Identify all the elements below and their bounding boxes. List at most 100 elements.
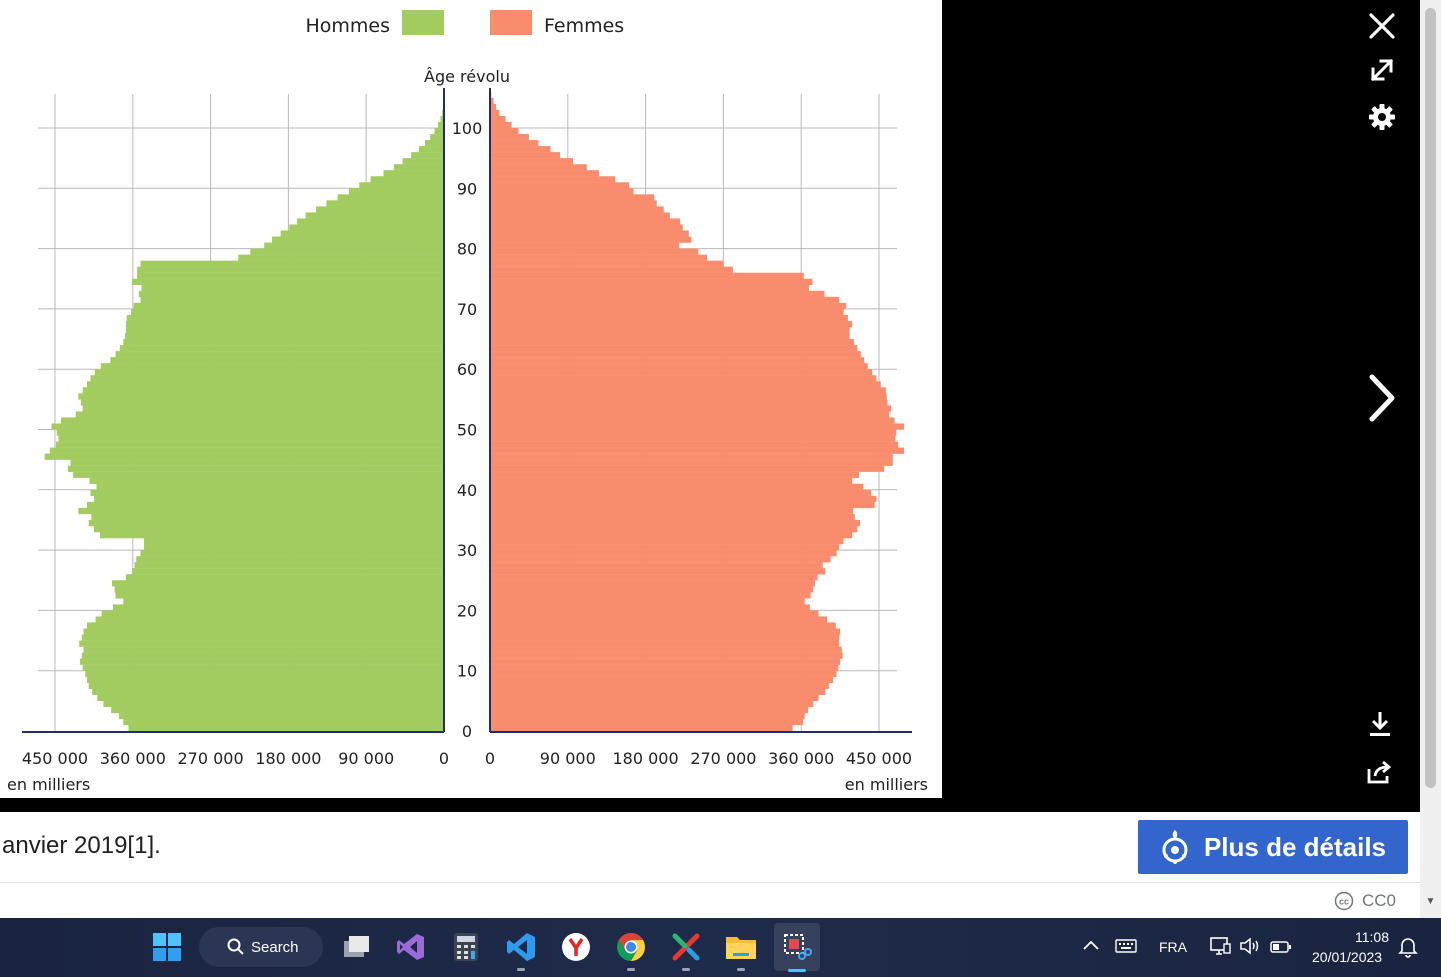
bar-hommes bbox=[55, 441, 445, 448]
scrollbar-thumb[interactable] bbox=[1425, 8, 1436, 788]
bar-hommes bbox=[92, 688, 444, 696]
bar-femmes bbox=[490, 411, 890, 418]
scroll-down-arrow-icon[interactable]: ▼ bbox=[1425, 896, 1436, 910]
bar-hommes bbox=[133, 302, 445, 310]
bar-hommes bbox=[136, 556, 444, 563]
snipping-tool-icon[interactable] bbox=[774, 923, 820, 972]
bar-femmes bbox=[490, 140, 539, 147]
bar-femmes bbox=[490, 357, 865, 364]
gear-icon[interactable] bbox=[1362, 97, 1402, 137]
file-explorer-icon[interactable] bbox=[721, 927, 761, 971]
bar-hommes bbox=[112, 604, 444, 611]
battery-icon[interactable] bbox=[1270, 940, 1292, 956]
x-tick-label-right: 180 000 bbox=[613, 749, 679, 768]
close-icon[interactable] bbox=[1362, 6, 1402, 46]
bar-hommes bbox=[81, 652, 444, 659]
bar-hommes bbox=[402, 158, 444, 165]
vscode-icon[interactable] bbox=[501, 927, 541, 971]
expand-icon[interactable] bbox=[1362, 50, 1402, 90]
search-icon bbox=[227, 938, 244, 955]
volume-icon[interactable] bbox=[1239, 937, 1261, 958]
bar-hommes bbox=[100, 363, 444, 370]
license-link[interactable]: cc CC0 bbox=[1334, 891, 1396, 911]
bar-femmes bbox=[490, 694, 819, 702]
bar-hommes bbox=[125, 320, 444, 328]
bar-femmes bbox=[490, 598, 805, 605]
bar-femmes bbox=[490, 345, 858, 352]
bar-femmes bbox=[490, 182, 630, 189]
bar-femmes bbox=[490, 284, 809, 292]
bar-femmes bbox=[490, 248, 699, 255]
bar-femmes bbox=[490, 562, 823, 569]
bar-femmes bbox=[490, 712, 805, 720]
taskbar-search[interactable]: Search bbox=[199, 927, 323, 967]
bar-femmes bbox=[490, 501, 875, 509]
bar-hommes bbox=[131, 568, 445, 575]
bar-hommes bbox=[280, 230, 444, 237]
bar-hommes bbox=[81, 634, 444, 641]
bar-femmes bbox=[490, 121, 512, 129]
input-language[interactable]: FRA bbox=[1159, 939, 1187, 955]
chrome-icon[interactable] bbox=[611, 927, 651, 971]
share-icon[interactable] bbox=[1362, 754, 1398, 790]
bar-hommes bbox=[140, 550, 444, 557]
keyboard-icon[interactable] bbox=[1115, 939, 1137, 956]
bar-hommes bbox=[111, 706, 444, 714]
network-icon[interactable] bbox=[1209, 936, 1231, 959]
bar-hommes bbox=[138, 290, 444, 298]
bar-femmes bbox=[490, 610, 819, 617]
task-view-icon[interactable] bbox=[336, 927, 376, 967]
bar-femmes bbox=[490, 236, 692, 243]
calculator-icon[interactable] bbox=[446, 927, 486, 967]
bar-femmes bbox=[490, 224, 683, 231]
x-tick-label-left: 180 000 bbox=[255, 749, 321, 768]
age-tick-label: 80 bbox=[457, 240, 477, 259]
windows-start-icon[interactable] bbox=[147, 927, 187, 967]
running-indicator bbox=[627, 968, 635, 971]
bar-femmes bbox=[490, 688, 826, 696]
bar-femmes bbox=[490, 525, 858, 533]
yandex-browser-icon[interactable] bbox=[556, 927, 596, 967]
bar-femmes bbox=[490, 176, 616, 183]
bar-hommes bbox=[348, 188, 444, 195]
bar-femmes bbox=[490, 333, 850, 340]
bar-hommes bbox=[89, 477, 445, 484]
bar-hommes bbox=[123, 598, 445, 605]
bar-femmes bbox=[490, 580, 816, 587]
bar-hommes bbox=[103, 700, 445, 708]
bar-femmes bbox=[490, 447, 905, 454]
clock-date[interactable]: 20/01/2023 bbox=[1312, 949, 1382, 965]
bar-femmes bbox=[490, 363, 868, 370]
bar-hommes bbox=[93, 525, 445, 533]
bar-femmes bbox=[490, 646, 842, 653]
x-unit-label-right: en milliers bbox=[845, 775, 928, 794]
x-tick-label-right: 270 000 bbox=[690, 749, 756, 768]
bar-femmes bbox=[490, 507, 854, 515]
age-tick-label: 0 bbox=[462, 722, 472, 741]
bar-hommes bbox=[90, 489, 444, 497]
page-scrollbar[interactable]: ▼ bbox=[1420, 0, 1441, 918]
x-tick-label-left: 450 000 bbox=[22, 749, 88, 768]
next-icon[interactable] bbox=[1358, 370, 1406, 426]
pyramid-chart-panel: 0 10 20 30 40 50 60 70 80 90 100 450 000 360 000 270 … bbox=[0, 0, 942, 798]
bar-femmes bbox=[490, 664, 839, 671]
bar-hommes bbox=[125, 326, 444, 334]
bar-hommes bbox=[123, 718, 445, 726]
bar-hommes bbox=[123, 339, 445, 346]
xmind-icon[interactable] bbox=[666, 927, 706, 971]
bar-hommes bbox=[264, 242, 444, 249]
bar-femmes bbox=[490, 314, 848, 322]
notifications-icon[interactable] bbox=[1398, 936, 1418, 961]
download-icon[interactable] bbox=[1362, 706, 1398, 742]
more-details-button[interactable]: Plus de détails bbox=[1138, 820, 1408, 874]
age-tick-label: 100 bbox=[452, 119, 483, 138]
show-hidden-icons-chevron-icon[interactable] bbox=[1082, 938, 1100, 954]
visual-studio-icon[interactable] bbox=[391, 927, 431, 967]
bar-hommes bbox=[82, 387, 444, 394]
bar-hommes bbox=[434, 128, 444, 135]
running-indicator bbox=[682, 968, 690, 971]
age-tick-label: 90 bbox=[457, 179, 477, 198]
creative-commons-icon: cc bbox=[1334, 891, 1354, 911]
bar-hommes bbox=[383, 170, 444, 177]
clock-time[interactable]: 11:08 bbox=[1355, 929, 1389, 945]
